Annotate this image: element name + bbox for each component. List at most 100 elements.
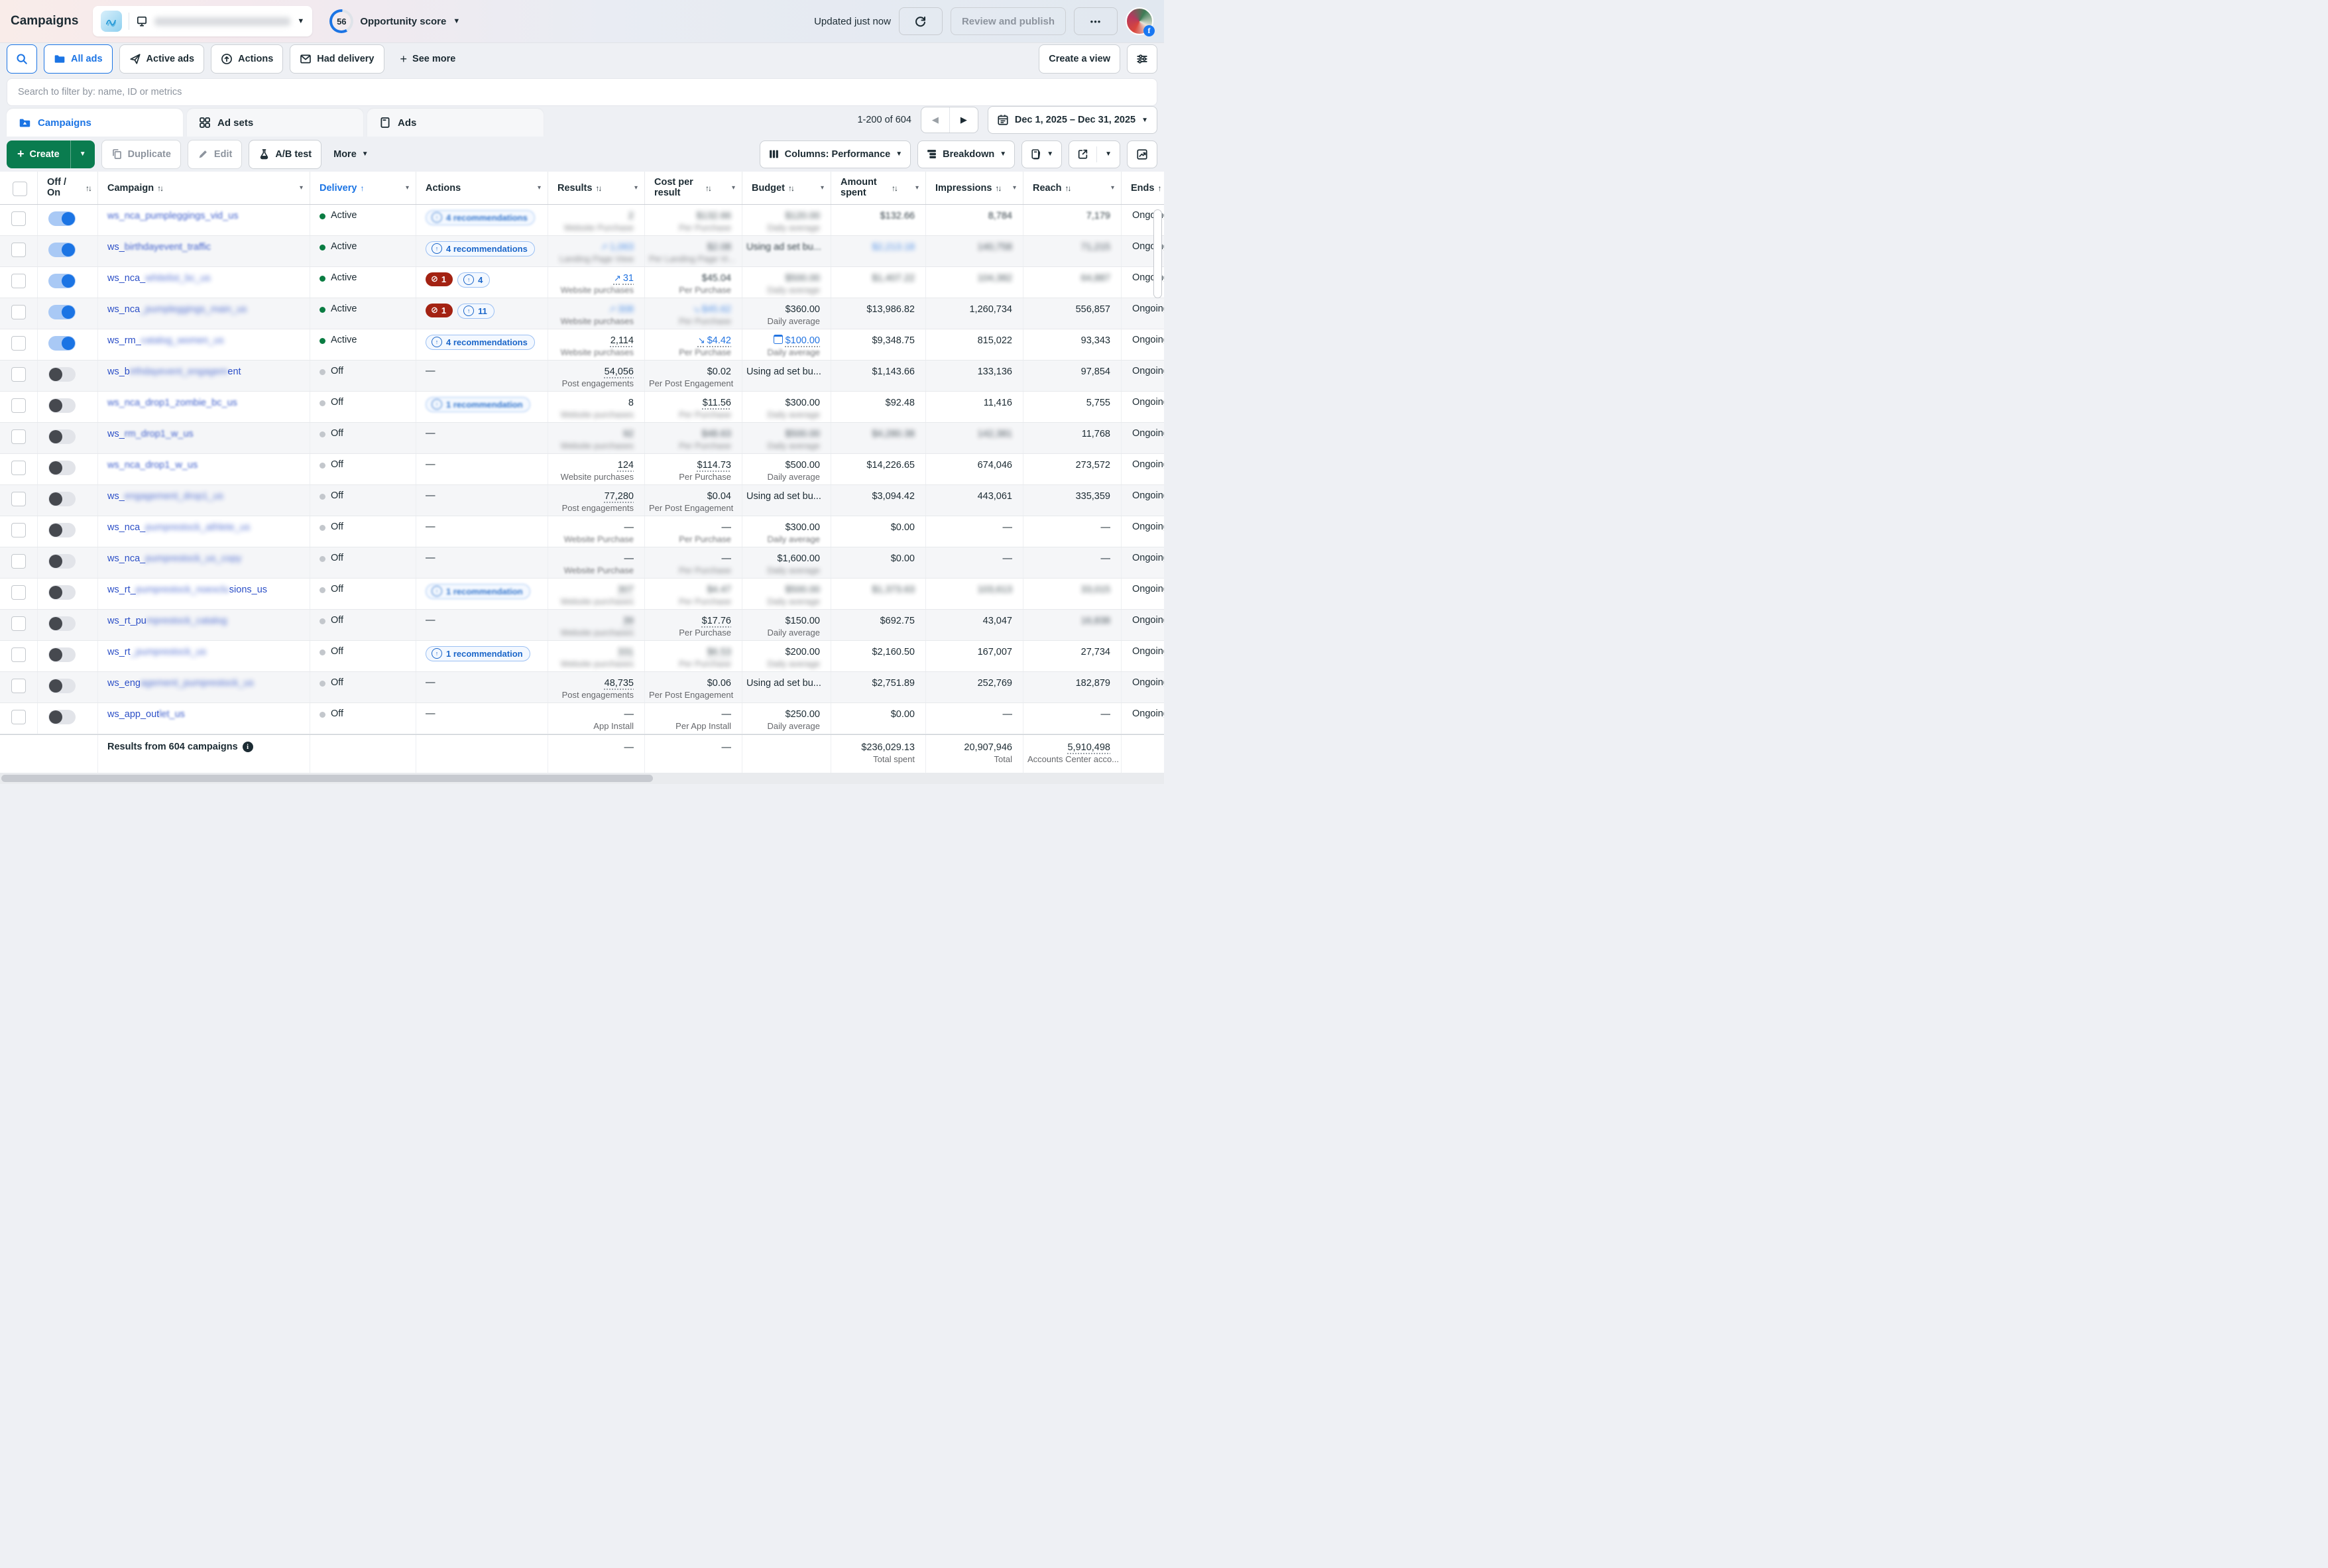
edit-button[interactable]: Edit [188,140,242,169]
recommendations-pill[interactable]: ↑1 recommendation [426,646,530,661]
row-checkbox[interactable] [11,616,26,631]
campaign-toggle[interactable] [48,679,76,693]
header-amount-spent[interactable]: Amount spent↑↓▾ [831,172,925,204]
campaign-toggle[interactable] [48,461,76,475]
search-input[interactable] [7,78,1157,106]
campaign-name-link[interactable]: ws_nca_drop1_zombie_bc_us [107,398,237,408]
campaign-toggle[interactable] [48,554,76,569]
campaign-name-link[interactable]: ws_app_outlet_us [107,709,185,720]
date-range-button[interactable]: Dec 1, 2025 – Dec 31, 2025 ▼ [988,106,1157,134]
campaign-toggle[interactable] [48,647,76,662]
charts-button[interactable] [1127,140,1157,168]
row-checkbox[interactable] [11,336,26,351]
horizontal-scrollbar-thumb[interactable] [1,775,653,782]
campaign-toggle[interactable] [48,429,76,444]
campaign-name-link[interactable]: ws_nca_pumprestock_athlete_us [107,522,250,533]
row-checkbox[interactable] [11,211,26,226]
filter-active-ads[interactable]: Active ads [119,44,205,74]
campaign-toggle[interactable] [48,616,76,631]
campaign-toggle[interactable] [48,492,76,506]
recommendations-count-pill[interactable]: ↑4 [457,272,490,288]
campaign-toggle[interactable] [48,710,76,724]
campaign-toggle[interactable] [48,336,76,351]
rejected-count-badge[interactable]: ⊘1 [426,304,453,317]
recommendations-pill[interactable]: ↑1 recommendation [426,397,530,412]
campaign-name-link[interactable]: ws_engagement_drop1_us [107,491,223,502]
header-actions[interactable]: Actions▾ [416,172,548,204]
vertical-scrollbar-thumb[interactable] [1153,209,1162,298]
row-checkbox[interactable] [11,585,26,600]
campaign-name-link[interactable]: ws_nca_pumpleggings_vid_us [107,211,239,221]
duplicate-button[interactable]: Duplicate [101,140,181,169]
header-delivery[interactable]: Delivery↑▾ [310,172,416,204]
campaign-name-link[interactable]: ws_birthdayevent_traffic [107,242,211,252]
rejected-count-badge[interactable]: ⊘1 [426,272,453,286]
header-results[interactable]: Results↑↓▾ [548,172,644,204]
filter-all-ads[interactable]: All ads [44,44,113,74]
export-button-group[interactable]: ▼ [1069,140,1120,168]
row-checkbox[interactable] [11,243,26,257]
horizontal-scrollbar[interactable] [0,773,1164,784]
info-icon[interactable]: i [243,742,253,752]
filter-actions[interactable]: Actions [211,44,283,74]
header-budget[interactable]: Budget↑↓▾ [742,172,831,204]
recommendations-pill[interactable]: ↑4 recommendations [426,335,535,350]
reports-button[interactable]: ▼ [1021,140,1062,168]
campaign-name-link[interactable]: ws_rt_pumprestock_catalog [107,616,227,626]
columns-button[interactable]: Columns: Performance▼ [760,140,911,168]
review-and-publish-button[interactable]: Review and publish [951,7,1066,35]
recommendations-pill[interactable]: ↑4 recommendations [426,210,535,225]
see-more-filters[interactable]: + See more [391,45,465,73]
create-button[interactable]: +Create [7,140,70,168]
view-settings-button[interactable] [1127,44,1157,74]
campaign-name-link[interactable]: ws_rt_pumprestock_noexclusions_us [107,585,267,595]
campaign-name-link[interactable]: ws_nca_drop1_w_us [107,460,198,471]
campaign-name-link[interactable]: ws_rt_pumprestock_us [107,647,206,657]
avatar[interactable]: f [1126,7,1153,35]
row-checkbox[interactable] [11,398,26,413]
filter-had-delivery[interactable]: Had delivery [290,44,384,74]
row-checkbox[interactable] [11,492,26,506]
search-filter-button[interactable] [7,44,37,74]
ab-test-button[interactable]: A/B test [249,140,321,169]
campaign-name-link[interactable]: ws_nca_pumpleggings_main_us [107,304,247,315]
more-options-button[interactable]: ••• [1074,7,1118,35]
campaign-toggle[interactable] [48,305,76,319]
next-page-button[interactable]: ▶ [950,107,978,133]
row-checkbox[interactable] [11,554,26,569]
recommendations-pill[interactable]: ↑1 recommendation [426,584,530,599]
row-checkbox[interactable] [11,461,26,475]
recommendations-count-pill[interactable]: ↑11 [457,304,495,319]
campaign-toggle[interactable] [48,523,76,537]
create-dropdown-button[interactable]: ▼ [70,140,95,168]
header-reach[interactable]: Reach↑↓▾ [1023,172,1121,204]
row-checkbox[interactable] [11,367,26,382]
campaign-toggle[interactable] [48,243,76,257]
campaign-toggle[interactable] [48,367,76,382]
campaign-name-link[interactable]: ws_rm_drop1_w_us [107,429,194,439]
header-impressions[interactable]: Impressions↑↓▾ [925,172,1023,204]
breakdown-button[interactable]: Breakdown▼ [917,140,1015,168]
header-off-on[interactable]: Off / On↑↓ [37,172,97,204]
campaign-name-link[interactable]: ws_birthdayevent_engagement [107,366,241,377]
row-checkbox[interactable] [11,647,26,662]
prev-page-button[interactable]: ◀ [921,107,950,133]
refresh-button[interactable] [899,7,943,35]
tab-campaigns[interactable]: Campaigns [7,109,183,137]
campaign-name-link[interactable]: ws_engagement_pumprestock_us [107,678,254,689]
more-button[interactable]: More▼ [328,149,374,160]
campaign-name-link[interactable]: ws_rm_catalog_women_us [107,335,224,346]
campaign-toggle[interactable] [48,585,76,600]
header-ends[interactable]: Ends↑ [1121,172,1164,204]
row-checkbox[interactable] [11,429,26,444]
row-checkbox[interactable] [11,679,26,693]
create-a-view-button[interactable]: Create a view [1039,44,1120,74]
campaign-name-link[interactable]: ws_nca_whitelist_bc_us [107,273,211,284]
tab-ads[interactable]: Ads [367,109,544,137]
row-checkbox[interactable] [11,274,26,288]
select-all-checkbox[interactable] [13,182,27,196]
header-campaign[interactable]: Campaign↑↓▾ [97,172,310,204]
campaign-toggle[interactable] [48,274,76,288]
campaign-toggle[interactable] [48,398,76,413]
opportunity-score[interactable]: 56 Opportunity score ▼ [329,9,460,33]
